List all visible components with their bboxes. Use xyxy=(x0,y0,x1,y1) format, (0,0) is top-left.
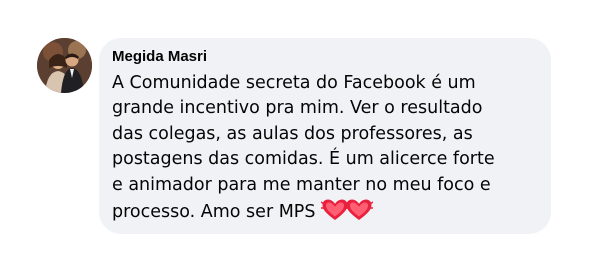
comment-text: A Comunidade secreta do Facebook é um gr… xyxy=(112,71,535,225)
comment-text-line: A Comunidade secreta do Facebook é um xyxy=(112,73,476,93)
comment-author-name[interactable]: Megida Masri xyxy=(112,47,535,66)
comment-text-line: grande incentivo pra mim. Ver o resultad… xyxy=(112,98,483,119)
comment-text-line: processo. Amo ser MPS xyxy=(112,202,316,223)
comment-text-line: e animador para me manter no meu foco e xyxy=(112,174,491,195)
comment-text-last-line: processo. Amo ser MPS xyxy=(112,198,535,225)
comment-container: Megida Masri A Comunidade secreta do Fac… xyxy=(0,0,590,269)
heartbeat-icon xyxy=(345,198,374,222)
avatar[interactable] xyxy=(37,38,92,93)
comment-text-line: postagens das comidas. É um alicerce for… xyxy=(112,149,495,170)
comment-text-line: das colegas, as aulas dos professores, a… xyxy=(112,123,473,144)
profile-photo-icon xyxy=(37,38,92,93)
comment-bubble: Megida Masri A Comunidade secreta do Fac… xyxy=(99,38,551,234)
